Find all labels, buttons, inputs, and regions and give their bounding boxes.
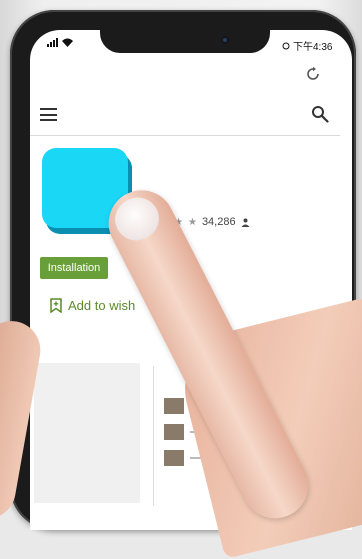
star-icon: ★ xyxy=(187,216,197,228)
alarm-icon xyxy=(282,42,290,49)
bookmark-add-icon xyxy=(50,298,62,313)
rating-count: 34,286 xyxy=(201,216,236,228)
status-time: 下午4:36 xyxy=(293,42,333,53)
status-left xyxy=(47,38,73,47)
signal-icon xyxy=(47,38,58,47)
front-camera xyxy=(221,36,229,44)
add-to-wishlist-button[interactable]: Add to wish xyxy=(50,298,135,313)
screenshot-thumbnail xyxy=(164,398,184,414)
wifi-icon xyxy=(62,38,73,47)
screenshot-thumbnail xyxy=(164,424,184,440)
phone-notch xyxy=(100,20,270,53)
screenshot-thumbnail xyxy=(164,450,184,466)
refresh-icon[interactable] xyxy=(305,66,321,82)
wishlist-label: Add to wish xyxy=(68,298,136,313)
install-button[interactable]: Installation xyxy=(40,257,108,279)
person-icon xyxy=(241,218,250,227)
status-right: 下午4:36 xyxy=(282,38,332,53)
rating-row: ★ ★ 34,286 xyxy=(174,216,250,228)
app-bar-divider xyxy=(30,135,340,136)
search-icon[interactable] xyxy=(311,105,329,123)
app-screenshot-1[interactable] xyxy=(34,363,140,503)
menu-icon[interactable] xyxy=(40,108,57,121)
